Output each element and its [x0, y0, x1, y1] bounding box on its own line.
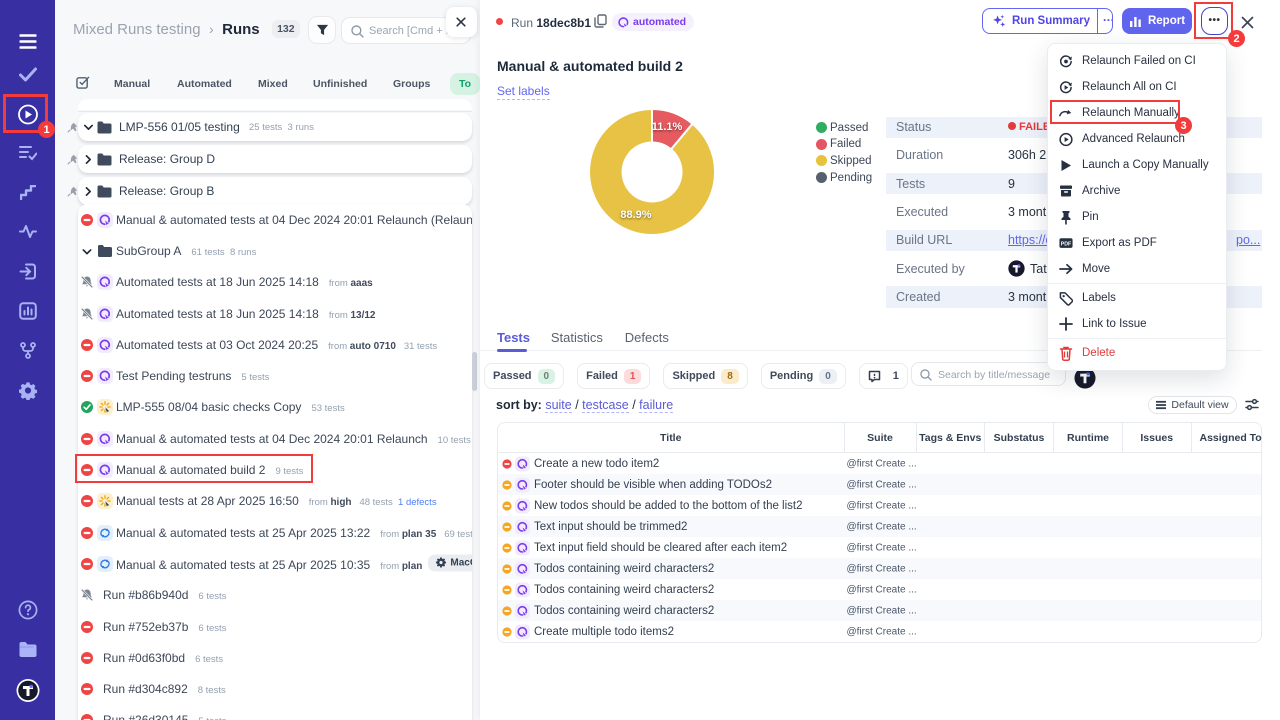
svg-text:88.9%: 88.9%	[620, 209, 651, 221]
svg-text:11.1%: 11.1%	[652, 121, 683, 133]
svg-text:PDF: PDF	[1061, 241, 1072, 247]
